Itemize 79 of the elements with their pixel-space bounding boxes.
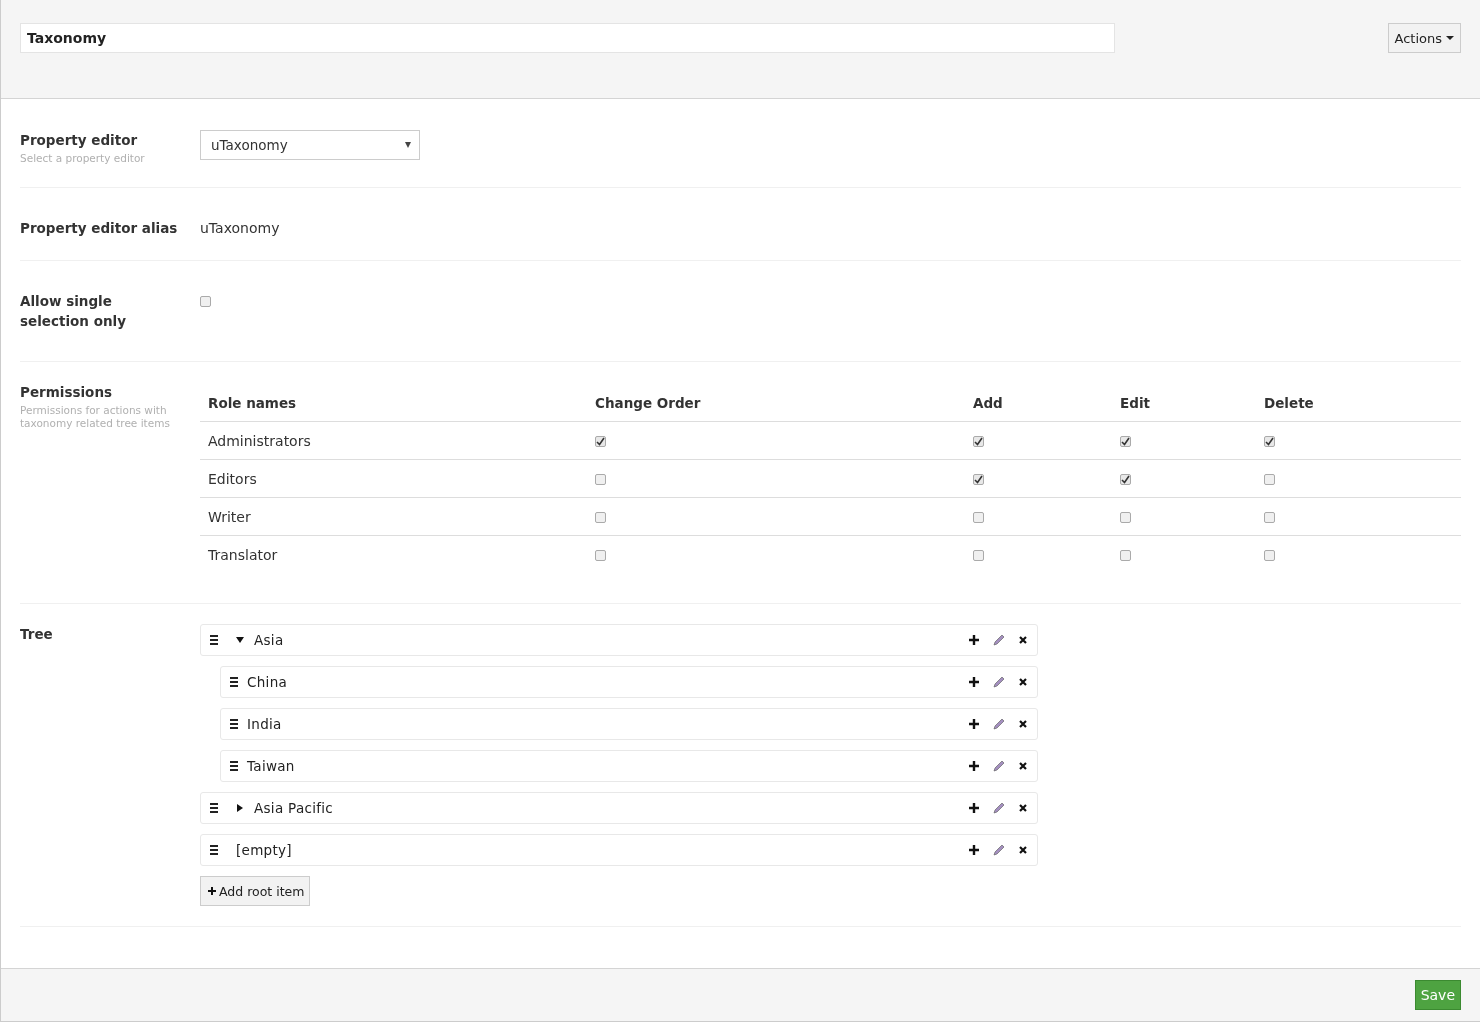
checkbox[interactable]: [595, 550, 606, 561]
tree-item[interactable]: Taiwan: [220, 750, 1038, 782]
property-label: Permissions: [20, 383, 114, 402]
checkbox[interactable]: [1120, 436, 1131, 447]
property-label: Property editor: [20, 131, 139, 150]
checkbox[interactable]: [1264, 512, 1275, 523]
checkbox[interactable]: [595, 436, 606, 447]
column-header: Edit: [1119, 394, 1151, 411]
caret-icon: [1446, 36, 1454, 40]
column-header: Role names: [207, 394, 298, 411]
add-root-item-button[interactable]: Add root item: [200, 876, 311, 906]
property-label: Allow single selection only: [20, 292, 127, 331]
actions-button[interactable]: Actions: [1387, 23, 1461, 53]
drag-handle-icon[interactable]: [210, 803, 219, 813]
add-icon[interactable]: [969, 761, 979, 771]
drag-handle-icon[interactable]: [210, 635, 219, 645]
checkbox[interactable]: [973, 512, 984, 523]
table-cell-text: Translator: [207, 546, 279, 563]
table-cell-text: Writer: [207, 508, 252, 525]
delete-icon[interactable]: [1019, 636, 1027, 644]
column-header: Delete: [1263, 394, 1315, 411]
delete-icon[interactable]: [1019, 720, 1027, 728]
name-field[interactable]: Taxonomy: [20, 23, 1115, 53]
table-cell-text: Administrators: [207, 432, 312, 449]
checkbox[interactable]: [1120, 474, 1131, 485]
checkbox[interactable]: [200, 296, 211, 307]
add-icon[interactable]: [969, 719, 979, 729]
tree-item[interactable]: Asia: [200, 624, 1038, 656]
tree-item[interactable]: India: [220, 708, 1038, 740]
property-description: Permissions for actions with taxonomy related tree items: [20, 404, 171, 430]
checkbox[interactable]: [1264, 550, 1275, 561]
delete-icon[interactable]: [1019, 678, 1027, 686]
table-cell-text: Editors: [207, 470, 258, 487]
checkbox[interactable]: [973, 550, 984, 561]
drag-handle-icon[interactable]: [230, 677, 239, 687]
drag-handle-icon[interactable]: [210, 845, 219, 855]
property-label: Property editor alias: [20, 219, 179, 238]
column-header: Change Order: [594, 394, 702, 411]
checkbox[interactable]: [973, 436, 984, 447]
delete-icon[interactable]: [1019, 762, 1027, 770]
pencil-icon[interactable]: [993, 718, 1005, 730]
pencil-icon[interactable]: [993, 760, 1005, 772]
property-editor-dropdown[interactable]: uTaxonomy: [200, 130, 420, 160]
checkbox[interactable]: [595, 474, 606, 485]
pencil-icon[interactable]: [993, 844, 1005, 856]
plus-icon[interactable]: [208, 887, 216, 895]
add-icon[interactable]: [969, 635, 979, 645]
checkbox[interactable]: [1264, 474, 1275, 485]
add-icon[interactable]: [969, 803, 979, 813]
dropdown-caret-icon: [405, 142, 411, 148]
checkbox[interactable]: [1120, 512, 1131, 523]
drag-handle-icon[interactable]: [230, 761, 239, 771]
pencil-icon[interactable]: [993, 634, 1005, 646]
tree-item-label: Asia Pacific: [254, 800, 334, 816]
property-label: Tree: [20, 625, 54, 644]
tree-item-label: [empty]: [236, 842, 292, 858]
tree-item-label: China: [247, 674, 288, 690]
checkbox[interactable]: [973, 474, 984, 485]
tree-item[interactable]: China: [220, 666, 1038, 698]
add-icon[interactable]: [969, 677, 979, 687]
collapse-arrow-icon[interactable]: [236, 636, 244, 644]
tree-item-label: Taiwan: [247, 758, 295, 774]
property-description: Select a property editor: [20, 152, 146, 165]
checkbox[interactable]: [595, 512, 606, 523]
expand-arrow-icon[interactable]: [236, 804, 244, 812]
delete-icon[interactable]: [1019, 804, 1027, 812]
tree-item-label: Asia: [254, 632, 284, 648]
alias-value: uTaxonomy: [200, 220, 280, 236]
tree-item-label: India: [247, 716, 282, 732]
delete-icon[interactable]: [1019, 846, 1027, 854]
column-header: Add: [972, 394, 1004, 411]
tree-item[interactable]: Asia Pacific: [200, 792, 1038, 824]
tree-item[interactable]: [empty]: [200, 834, 1038, 866]
pencil-icon[interactable]: [993, 802, 1005, 814]
checkbox[interactable]: [1120, 550, 1131, 561]
checkbox[interactable]: [1264, 436, 1275, 447]
add-icon[interactable]: [969, 845, 979, 855]
pencil-icon[interactable]: [993, 676, 1005, 688]
drag-handle-icon[interactable]: [230, 719, 239, 729]
